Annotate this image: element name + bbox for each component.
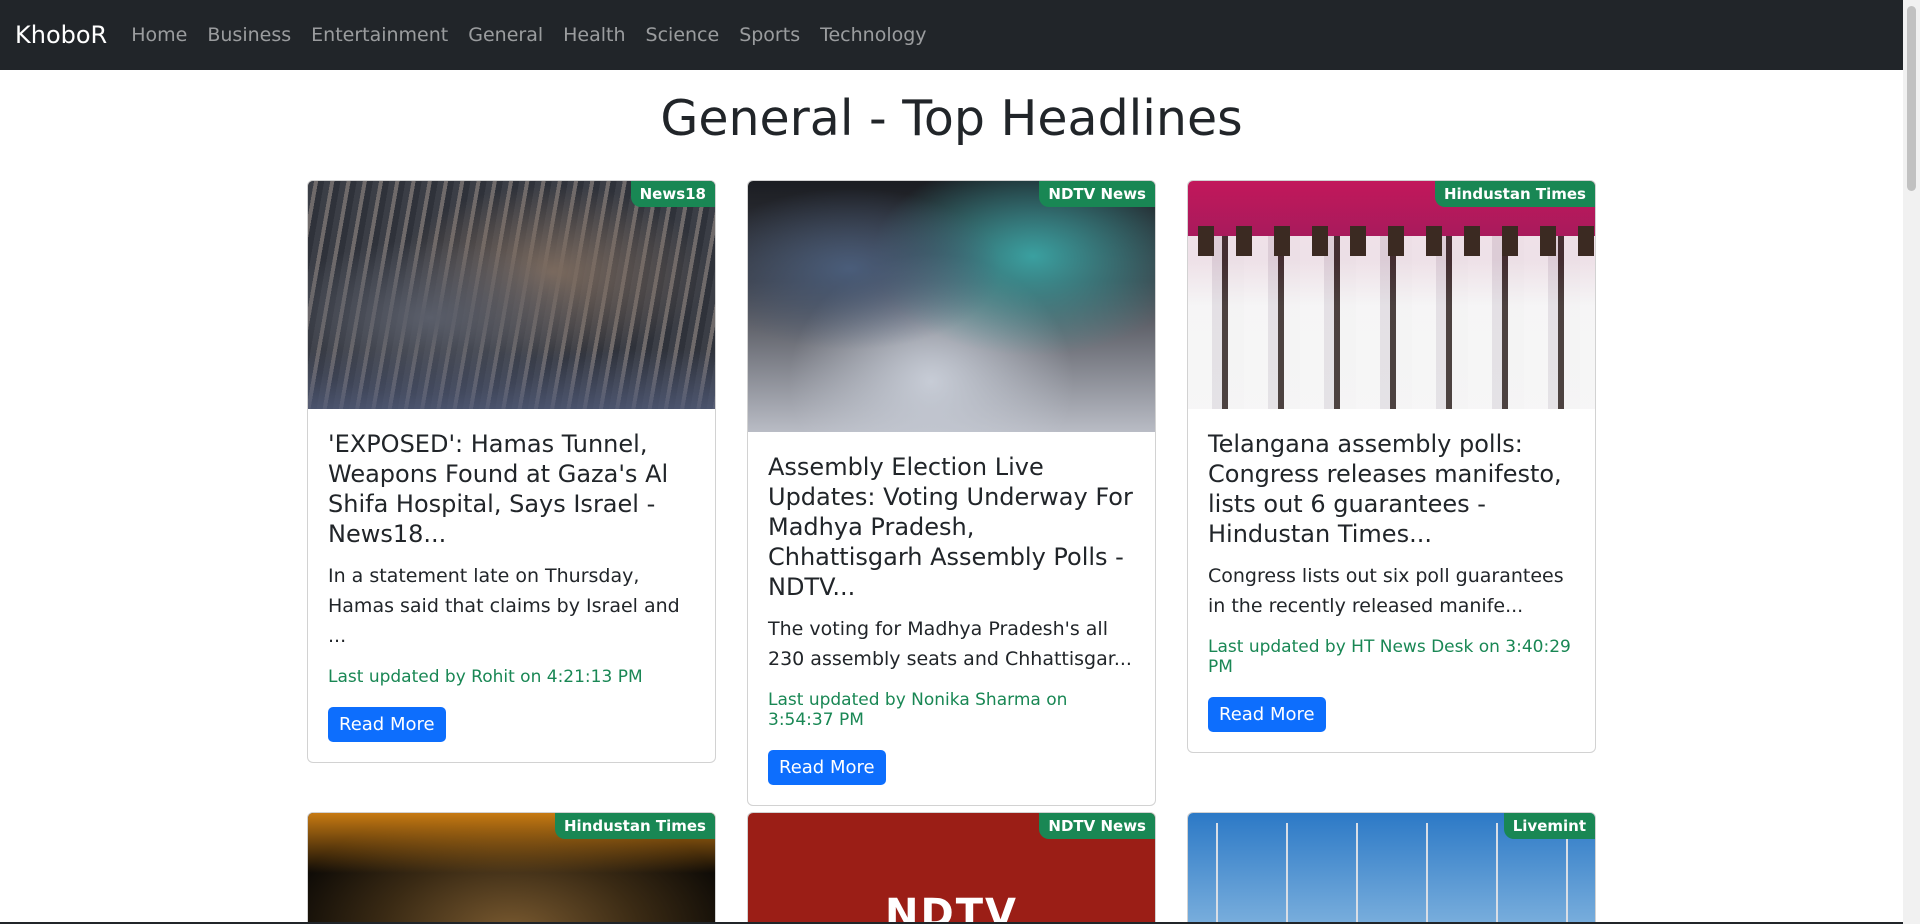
nav-general[interactable]: General bbox=[458, 24, 553, 46]
news-image: NDTV NDTV News bbox=[748, 813, 1155, 924]
news-card: NDTV News Assembly Election Live Updates… bbox=[747, 180, 1156, 806]
nav-links: Home Business Entertainment General Heal… bbox=[121, 24, 936, 46]
nav-entertainment[interactable]: Entertainment bbox=[301, 24, 458, 46]
source-badge: NDTV News bbox=[1039, 813, 1155, 839]
source-badge: NDTV News bbox=[1039, 181, 1155, 207]
nav-sports[interactable]: Sports bbox=[729, 24, 810, 46]
source-badge: Hindustan Times bbox=[1434, 181, 1595, 207]
news-image: NDTV News bbox=[748, 181, 1155, 432]
news-card: Livemint bbox=[1187, 812, 1596, 924]
navbar: KhoboR Home Business Entertainment Gener… bbox=[0, 0, 1903, 70]
news-card: Hindustan Times bbox=[307, 812, 716, 924]
nav-technology[interactable]: Technology bbox=[810, 24, 936, 46]
news-card: Hindustan Times Telangana assembly polls… bbox=[1187, 180, 1596, 753]
nav-business[interactable]: Business bbox=[197, 24, 301, 46]
nav-home[interactable]: Home bbox=[121, 24, 197, 46]
source-badge: Hindustan Times bbox=[554, 813, 715, 839]
news-image: Hindustan Times bbox=[1188, 181, 1595, 409]
page: KhoboR Home Business Entertainment Gener… bbox=[0, 0, 1920, 924]
news-updated: Last updated by Nonika Sharma on 3:54:37… bbox=[768, 690, 1068, 730]
page-title: General - Top Headlines bbox=[660, 90, 1243, 147]
news-card: News18 'EXPOSED': Hamas Tunnel, Weapons … bbox=[307, 180, 716, 763]
news-updated: Last updated by HT News Desk on 3:40:29 … bbox=[1208, 637, 1571, 677]
nav-health[interactable]: Health bbox=[553, 24, 635, 46]
nav-science[interactable]: Science bbox=[636, 24, 730, 46]
news-title: 'EXPOSED': Hamas Tunnel, Weapons Found a… bbox=[328, 430, 669, 548]
source-badge: News18 bbox=[630, 181, 715, 207]
news-title: Telangana assembly polls: Congress relea… bbox=[1208, 430, 1562, 548]
news-description: Congress lists out six poll guarantees i… bbox=[1208, 565, 1564, 617]
scrollbar-thumb[interactable] bbox=[1907, 6, 1916, 191]
read-more-button[interactable]: Read More bbox=[328, 707, 446, 742]
news-image: Livemint bbox=[1188, 813, 1595, 924]
news-title: Assembly Election Live Updates: Voting U… bbox=[768, 453, 1133, 601]
news-description: In a statement late on Thursday, Hamas s… bbox=[328, 565, 680, 647]
read-more-button[interactable]: Read More bbox=[1208, 697, 1326, 732]
news-card: NDTV NDTV News bbox=[747, 812, 1156, 924]
vertical-scrollbar[interactable] bbox=[1903, 0, 1920, 924]
read-more-button[interactable]: Read More bbox=[768, 750, 886, 785]
news-description: The voting for Madhya Pradesh's all 230 … bbox=[768, 618, 1132, 670]
news-updated: Last updated by Rohit on 4:21:13 PM bbox=[328, 667, 643, 687]
ndtv-logo-icon: NDTV bbox=[885, 891, 1018, 924]
brand-logo[interactable]: KhoboR bbox=[15, 21, 107, 49]
source-badge: Livemint bbox=[1503, 813, 1595, 839]
news-image: News18 bbox=[308, 181, 715, 409]
news-image: Hindustan Times bbox=[308, 813, 715, 924]
